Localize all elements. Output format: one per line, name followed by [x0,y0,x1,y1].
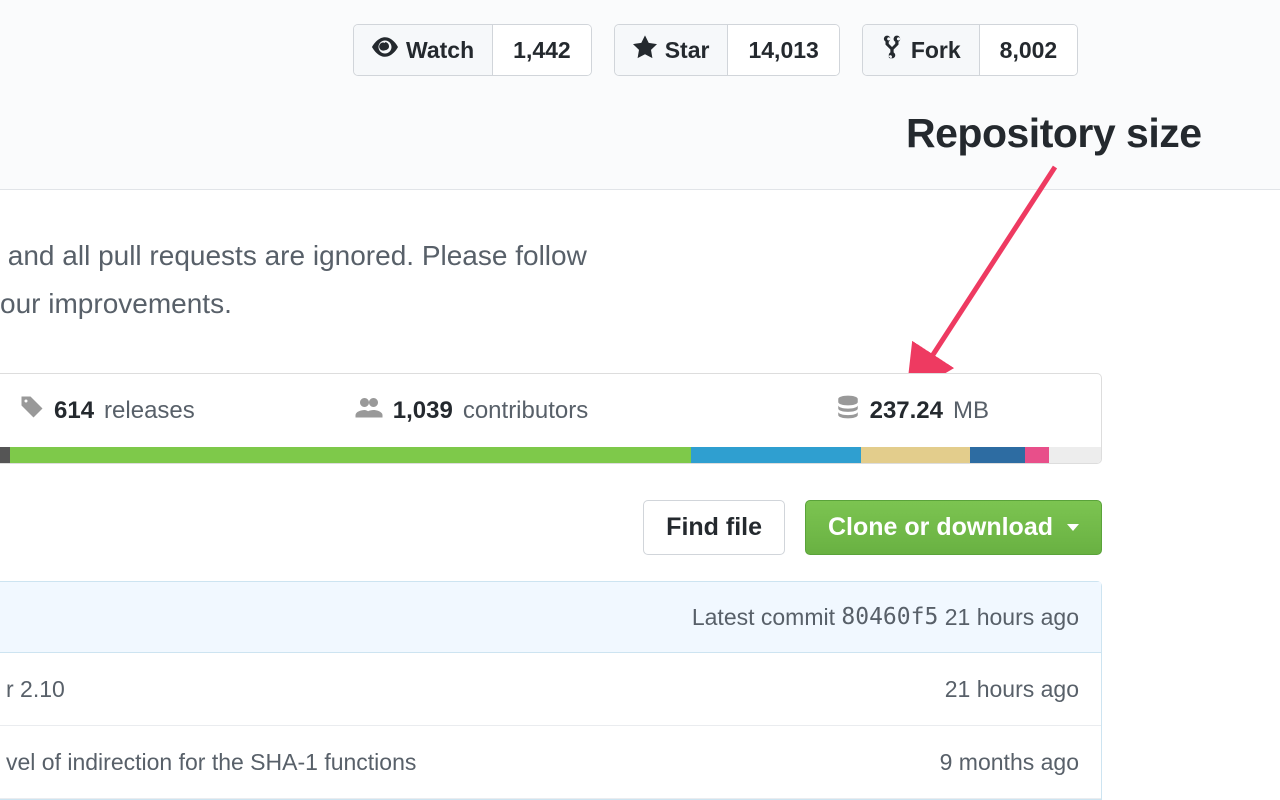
database-icon [836,394,860,427]
social-counters: Watch 1,442 Star 14,013 Fork 8,002 [353,24,1078,76]
watch-group: Watch 1,442 [353,24,592,76]
language-lang-f[interactable] [1025,447,1049,463]
repo-stats: 614 releases 1,039 contributors 237.24 M… [0,373,1102,464]
fork-count[interactable]: 8,002 [980,25,1078,75]
releases-count: 614 [54,397,94,425]
watch-button[interactable]: Watch [354,25,493,75]
file-listing: Latest commit 80460f5 21 hours ago r 2.1… [0,581,1102,800]
language-lang-g[interactable] [1049,447,1101,463]
table-row[interactable]: r 2.10 21 hours ago [0,653,1101,726]
language-lang-c[interactable] [691,447,861,463]
commit-message: vel of indirection for the SHA-1 functio… [0,749,940,776]
repo-size-unit: MB [953,397,989,425]
latest-commit-prefix: Latest commit [692,604,835,631]
contributors-count: 1,039 [393,397,453,425]
contributors-stat[interactable]: 1,039 contributors [355,395,588,426]
fork-button[interactable]: Fork [863,25,980,75]
star-icon [633,35,657,65]
repo-size-value: 237.24 [870,397,943,425]
table-row[interactable]: vel of indirection for the SHA-1 functio… [0,726,1101,799]
language-bar[interactable] [0,447,1101,463]
clone-download-label: Clone or download [828,513,1053,542]
language-lang-a[interactable] [0,447,10,463]
people-icon [355,395,383,426]
eye-icon [372,34,398,66]
star-count[interactable]: 14,013 [728,25,838,75]
annotation-label: Repository size [906,110,1202,157]
clone-download-button[interactable]: Clone or download [805,500,1102,555]
repo-description: and all pull requests are ignored. Pleas… [0,232,587,328]
fork-group: Fork 8,002 [862,24,1078,76]
fork-label: Fork [911,37,961,64]
releases-label: releases [104,397,195,425]
language-lang-b[interactable] [10,447,692,463]
commit-message: r 2.10 [0,676,945,703]
commit-time: 21 hours ago [945,676,1101,703]
releases-stat[interactable]: 614 releases [20,395,195,426]
tag-icon [20,395,44,426]
watch-count[interactable]: 1,442 [493,25,591,75]
repo-size-stat: 237.24 MB [836,394,989,427]
find-file-button[interactable]: Find file [643,500,785,555]
fork-icon [881,34,903,66]
star-button[interactable]: Star [615,25,729,75]
star-label: Star [665,37,710,64]
latest-commit-bar: Latest commit 80460f5 21 hours ago [0,582,1101,653]
watch-label: Watch [406,37,474,64]
language-lang-d[interactable] [861,447,970,463]
commit-time: 9 months ago [940,749,1101,776]
latest-commit-time: 21 hours ago [945,604,1079,631]
language-lang-e[interactable] [970,447,1025,463]
contributors-label: contributors [463,397,588,425]
caret-down-icon [1067,524,1079,531]
star-group: Star 14,013 [614,24,840,76]
latest-commit-sha[interactable]: 80460f5 [841,604,938,630]
